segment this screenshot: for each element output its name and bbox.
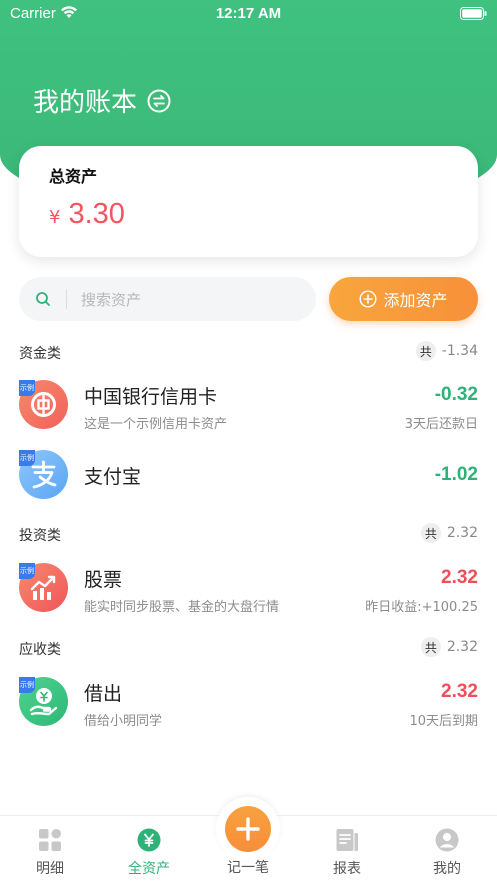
- section-title: 资金类: [19, 346, 61, 362]
- tab-all-assets[interactable]: 全资产: [114, 828, 184, 878]
- search-input[interactable]: 搜索资产: [19, 277, 316, 321]
- tab-label: 报表: [333, 861, 361, 877]
- asset-value: 2.32: [441, 567, 478, 588]
- demo-tag: 示例: [19, 563, 35, 579]
- battery-icon: [460, 7, 487, 20]
- total-assets-label: 总资产: [49, 167, 98, 186]
- asset-value: -1.02: [434, 464, 478, 485]
- tab-label: 明细: [36, 861, 64, 877]
- total-badge: 共: [420, 637, 441, 657]
- section-total-value: -1.34: [441, 343, 478, 359]
- demo-tag: 示例: [19, 450, 35, 466]
- section-total: 共 -1.34: [415, 341, 478, 361]
- tab-details[interactable]: 明细: [15, 828, 85, 878]
- asset-subtitle: 这是一个示例信用卡资产: [84, 417, 228, 432]
- total-badge: 共: [420, 523, 441, 543]
- tab-report[interactable]: 报表: [312, 828, 382, 878]
- grid-icon: [39, 829, 61, 851]
- tab-label: 全资产: [128, 861, 170, 877]
- search-placeholder: 搜索资产: [81, 290, 142, 309]
- switch-arrows-icon[interactable]: [147, 89, 171, 113]
- asset-row-credit-card[interactable]: 示例 中国银行信用卡 这是一个示例信用卡资产 -0.32 3天后还款日: [19, 380, 478, 444]
- section-title: 投资类: [19, 528, 61, 544]
- demo-tag: 示例: [19, 380, 35, 396]
- asset-row-lend[interactable]: 示例 借出 借给小明同学 2.32 10天后到期: [19, 677, 478, 741]
- total-assets-value: 3.30: [68, 198, 125, 230]
- demo-tag: 示例: [19, 677, 35, 693]
- plus-icon: [236, 817, 260, 841]
- record-fab-inner: [225, 806, 271, 852]
- asset-note: 昨日收益:+100.25: [365, 600, 478, 615]
- asset-subtitle: 能实时同步股票、基金的大盘行情: [84, 600, 280, 615]
- asset-subtitle: 借给小明同学: [84, 714, 163, 729]
- tab-mine[interactable]: 我的: [412, 828, 482, 878]
- section-header-funds: 资金类 共 -1.34: [19, 341, 478, 365]
- record-entry-button[interactable]: [216, 797, 280, 861]
- section-total: 共 2.32: [420, 523, 478, 543]
- search-divider: [66, 289, 67, 309]
- ledger-title[interactable]: 我的账本: [33, 82, 171, 119]
- ledger-title-text: 我的账本: [33, 88, 138, 118]
- status-bar: Carrier 12:17 AM: [0, 0, 497, 28]
- total-badge: 共: [415, 341, 436, 361]
- asset-note: 10天后到期: [409, 714, 478, 729]
- section-total-value: 2.32: [446, 639, 478, 655]
- asset-row-stocks[interactable]: 示例 股票 能实时同步股票、基金的大盘行情 2.32 昨日收益:+100.25: [19, 563, 478, 627]
- section-total: 共 2.32: [420, 637, 478, 657]
- asset-note: 3天后还款日: [404, 417, 478, 432]
- asset-value: 2.32: [441, 681, 478, 702]
- plus-circle-icon: [359, 290, 377, 308]
- yen-icon: [137, 828, 161, 852]
- section-title: 应收类: [19, 642, 61, 658]
- section-total-value: 2.32: [446, 525, 478, 541]
- search-icon: [36, 292, 50, 306]
- total-assets-amount: ¥ 3.30: [49, 198, 125, 231]
- tab-label: 我的: [433, 861, 461, 877]
- section-header-receivables: 应收类 共 2.32: [19, 637, 478, 661]
- asset-name: 支付宝: [84, 466, 142, 488]
- asset-name: 股票: [84, 569, 123, 591]
- asset-value: -0.32: [434, 384, 478, 405]
- total-assets-card: 总资产 ¥ 3.30: [19, 146, 478, 257]
- add-asset-label: 添加资产: [383, 291, 448, 310]
- asset-name: 中国银行信用卡: [84, 386, 218, 408]
- clock: 12:17 AM: [215, 5, 282, 22]
- asset-name: 借出: [84, 683, 123, 705]
- currency-symbol: ¥: [49, 207, 61, 228]
- add-asset-button[interactable]: 添加资产: [329, 277, 478, 321]
- report-icon: [336, 829, 358, 851]
- user-icon: [435, 828, 459, 852]
- asset-row-alipay[interactable]: 示例 支付宝 -1.02: [19, 450, 478, 514]
- section-header-investments: 投资类 共 2.32: [19, 523, 478, 547]
- tab-record-label[interactable]: 记一笔: [213, 857, 283, 877]
